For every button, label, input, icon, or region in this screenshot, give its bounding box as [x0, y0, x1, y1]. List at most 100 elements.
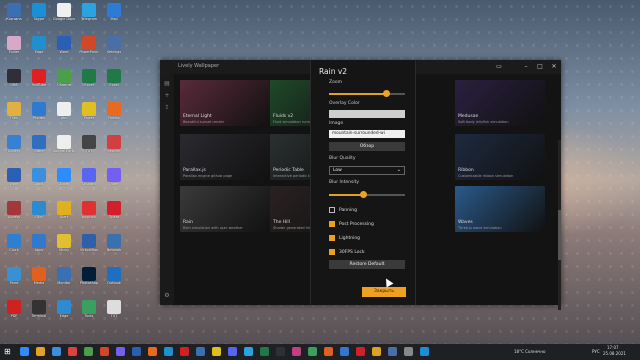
- desktop-shortcut[interactable]: Store: [27, 135, 51, 154]
- desktop-shortcut[interactable]: Grid: [27, 201, 51, 220]
- desktop-shortcut[interactable]: Google Docs: [52, 3, 76, 22]
- desktop-shortcut[interactable]: TXT: [77, 135, 101, 154]
- desktop-shortcut[interactable]: Корзина: [2, 3, 26, 22]
- vertical-scrollbar[interactable]: [558, 140, 561, 310]
- desktop-shortcut[interactable]: Abc: [52, 102, 76, 121]
- scroll-thumb[interactable]: [558, 210, 561, 260]
- desktop-shortcut[interactable]: Edge: [52, 300, 76, 319]
- desktop-shortcut[interactable]: Files: [2, 102, 26, 121]
- desktop-shortcut[interactable]: OBS: [2, 69, 26, 88]
- desktop-shortcut[interactable]: Sticky: [52, 234, 76, 253]
- add-icon[interactable]: +: [163, 92, 171, 100]
- zoom-slider-knob[interactable]: [382, 90, 390, 97]
- desktop-shortcut[interactable]: Edge: [27, 36, 51, 55]
- checkbox[interactable]: [329, 249, 335, 255]
- desktop-shortcut[interactable]: Discord: [77, 168, 101, 187]
- desktop-shortcut[interactable]: Excel: [77, 69, 101, 88]
- taskbar-app-icon[interactable]: [372, 347, 381, 356]
- desktop-shortcut[interactable]: Skype: [27, 3, 51, 22]
- desktop-shortcut[interactable]: Apps: [27, 234, 51, 253]
- taskbar-app-icon[interactable]: [228, 347, 237, 356]
- checkbox[interactable]: [329, 235, 335, 241]
- taskbar-app-icon[interactable]: [196, 347, 205, 356]
- desktop-shortcut[interactable]: Tools: [77, 300, 101, 319]
- share-icon[interactable]: ⇪: [163, 104, 171, 112]
- desktop-shortcut[interactable]: PowerPoint: [77, 36, 101, 55]
- taskbar-app-icon[interactable]: [308, 347, 317, 356]
- wallpaper-tile[interactable]: Rain Rain simulation with user weather: [180, 186, 270, 232]
- taskbar-app-icon[interactable]: [340, 347, 349, 356]
- clock-date[interactable]: 25.08.2021: [603, 351, 626, 356]
- desktop-shortcut[interactable]: Word: [2, 168, 26, 187]
- library-icon[interactable]: ▤: [163, 80, 171, 88]
- desktop-shortcut[interactable]: Access: [2, 201, 26, 220]
- monitor-select-icon[interactable]: ▭: [493, 62, 505, 71]
- taskbar-app-icon[interactable]: [276, 347, 285, 356]
- restore-default-button[interactable]: Restore Default: [329, 260, 405, 269]
- zoom-slider[interactable]: [329, 90, 405, 97]
- desktop-shortcut[interactable]: Telegram: [77, 3, 101, 22]
- desktop-shortcut[interactable]: Terminal: [27, 300, 51, 319]
- taskbar-app-icon[interactable]: [68, 347, 77, 356]
- taskbar-app-icon[interactable]: [404, 347, 413, 356]
- desktop-shortcut[interactable]: Media: [27, 267, 51, 286]
- close-icon[interactable]: ✕: [548, 62, 560, 71]
- taskbar-app-icon[interactable]: [116, 347, 125, 356]
- desktop-shortcut[interactable]: VirtualBox: [77, 234, 101, 253]
- start-icon[interactable]: ⊞: [4, 347, 13, 356]
- clock-time[interactable]: 17:07: [607, 345, 619, 350]
- blur-intensity-slider[interactable]: [329, 191, 405, 198]
- desktop-shortcut[interactable]: Photoshop: [77, 267, 101, 286]
- desktop-shortcut[interactable]: Alert: [52, 201, 76, 220]
- desktop-shortcut[interactable]: Paint: [2, 267, 26, 286]
- taskbar-app-icon[interactable]: [420, 347, 429, 356]
- desktop-shortcut[interactable]: Network: [102, 234, 126, 253]
- language-indicator[interactable]: РУС: [592, 349, 600, 354]
- desktop-shortcut[interactable]: Clock: [2, 234, 26, 253]
- desktop-shortcut[interactable]: Mobile: [102, 135, 126, 154]
- desktop-shortcut[interactable]: Power: [77, 102, 101, 121]
- taskbar-app-icon[interactable]: [148, 347, 157, 356]
- weather-text[interactable]: 18°C Солнечно: [514, 349, 545, 354]
- taskbar-app-icon[interactable]: [52, 347, 61, 356]
- maximize-icon[interactable]: □: [534, 62, 546, 71]
- minimize-icon[interactable]: –: [520, 62, 532, 71]
- taskbar-app-icon[interactable]: [212, 347, 221, 356]
- desktop-shortcut[interactable]: Apps: [27, 168, 51, 187]
- desktop-shortcut[interactable]: Monitor: [52, 267, 76, 286]
- desktop-shortcut[interactable]: Mail: [102, 3, 126, 22]
- checkbox[interactable]: [329, 207, 335, 213]
- taskbar-app-icon[interactable]: [388, 347, 397, 356]
- wallpaper-tile[interactable]: Ribbon Customizable ribbon simulation: [455, 134, 545, 180]
- desktop-shortcut[interactable]: Settings: [102, 36, 126, 55]
- desktop-shortcut[interactable]: Opera: [102, 201, 126, 220]
- desktop-shortcut[interactable]: Excel: [102, 69, 126, 88]
- taskbar-app-icon[interactable]: [260, 347, 269, 356]
- overlay-color-swatch[interactable]: [329, 110, 405, 118]
- desktop-shortcut[interactable]: Zoom: [52, 168, 76, 187]
- image-field[interactable]: mountain-surrounded-wi: [329, 130, 405, 138]
- browse-button[interactable]: Обзор: [329, 142, 405, 151]
- taskbar-app-icon[interactable]: [164, 347, 173, 356]
- desktop-shortcut[interactable]: Chrome: [52, 69, 76, 88]
- taskbar-app-icon[interactable]: [100, 347, 109, 356]
- wallpaper-tile[interactable]: Parallax.js Parallax engine github page: [180, 134, 270, 180]
- wallpaper-tile[interactable]: Eternal Light Beautiful sunset render: [180, 80, 270, 126]
- settings-icon[interactable]: ⚙: [163, 292, 171, 300]
- desktop-shortcut[interactable]: Gallery: [2, 135, 26, 154]
- taskbar-app-icon[interactable]: [20, 347, 29, 356]
- desktop-shortcut[interactable]: TXT: [102, 300, 126, 319]
- taskbar-app-icon[interactable]: [356, 347, 365, 356]
- blur-quality-select[interactable]: Low ⌄: [329, 166, 405, 175]
- wallpaper-tile[interactable]: Waves Three.js wave simulation: [455, 186, 545, 232]
- close-panel-button[interactable]: Закрыть: [362, 287, 406, 297]
- desktop-shortcut[interactable]: psiphon: [77, 201, 101, 220]
- desktop-shortcut[interactable]: Folder: [2, 36, 26, 55]
- taskbar-app-icon[interactable]: [180, 347, 189, 356]
- desktop-shortcut[interactable]: Outlook: [102, 267, 126, 286]
- taskbar-app-icon[interactable]: [132, 347, 141, 356]
- taskbar-app-icon[interactable]: [84, 347, 93, 356]
- blur-slider-knob[interactable]: [359, 191, 367, 198]
- desktop-shortcut[interactable]: Viber: [102, 168, 126, 187]
- wallpaper-tile[interactable]: Medusae Soft body jellyfish simulation: [455, 80, 545, 126]
